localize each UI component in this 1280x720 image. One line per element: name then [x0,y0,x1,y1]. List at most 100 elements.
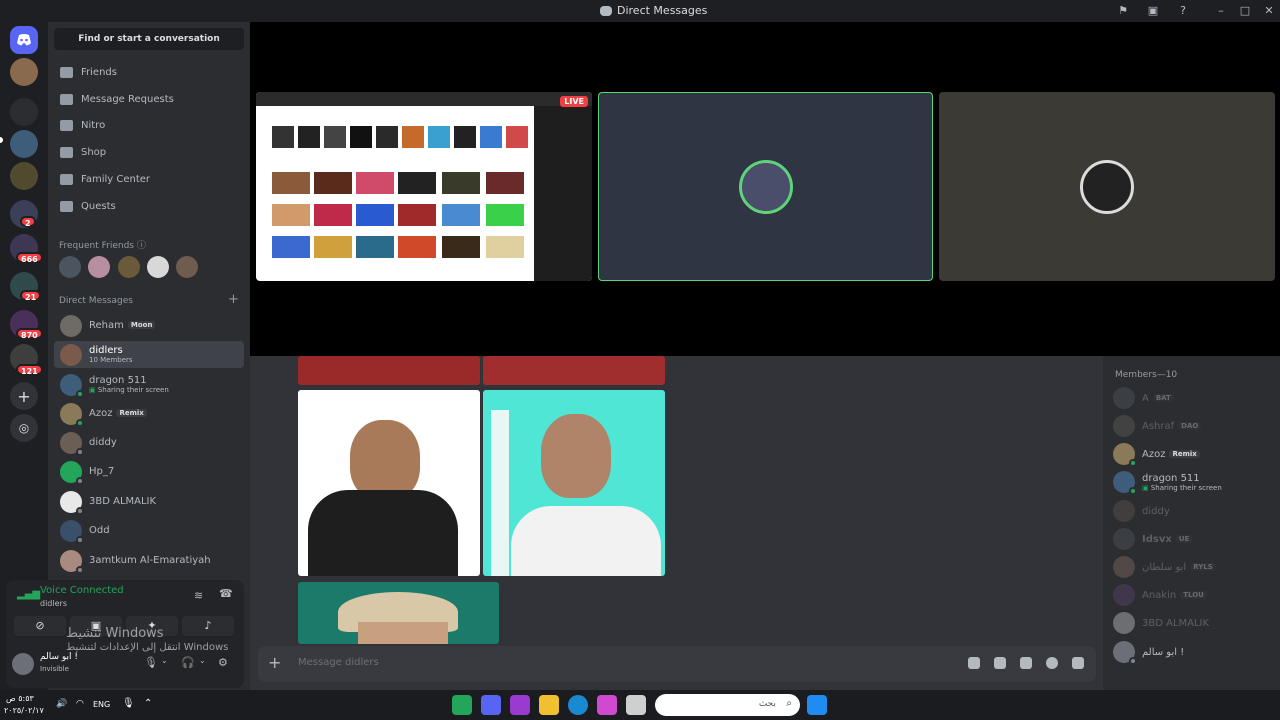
find-conversation-button[interactable]: Find or start a conversation [54,28,244,50]
add-server-icon[interactable]: + [10,382,38,410]
wifi-icon[interactable]: ◠ [76,699,84,709]
chevron-up-icon[interactable]: ⌃ [144,698,152,709]
clan-tag: UE [1175,534,1193,543]
dm-item[interactable]: Azoz Remix [54,400,244,427]
noise-suppression-icon[interactable]: ≋ [194,589,203,602]
taskbar-search[interactable]: بحث ⌕ [655,694,800,716]
voice-channel[interactable]: didlers [40,599,67,608]
discord-taskbar-icon[interactable] [481,695,501,715]
frequent-friend-avatar[interactable] [118,256,140,278]
nav-shop[interactable]: Shop [54,140,244,164]
discord-icon [600,5,612,16]
user-avatar[interactable] [12,653,34,675]
edge-browser-icon[interactable] [568,695,588,715]
language-indicator[interactable]: ENG [93,700,110,709]
dm-item-selected[interactable]: didlers 10 Members [54,341,244,368]
soundboard-button[interactable]: ♪ [182,616,234,636]
clock-date[interactable]: ٢٠٢٥/٠٢/١٧ [4,706,44,715]
member-item[interactable]: 3BD ALMALIK [1113,610,1273,636]
member-item[interactable]: ابو سالم ! [1113,639,1273,665]
member-item[interactable]: dragon 511 ▣ Sharing their screen [1113,469,1273,495]
message-input[interactable]: Message didlers [298,657,379,668]
dm-item[interactable]: Reham Moon [54,312,244,339]
mention-badge: 21 [20,290,42,302]
headphones-icon[interactable]: 🎧 [181,656,195,669]
direct-messages-home-icon[interactable] [10,26,38,54]
close-button[interactable]: ✕ [1262,4,1276,18]
participant-tile[interactable] [939,92,1275,281]
thumbnail [486,236,524,258]
help-icon[interactable]: ? [1176,4,1190,18]
settings-gear-icon[interactable]: ⚙ [218,656,228,669]
nav-family-center[interactable]: Family Center [54,167,244,191]
server-icon[interactable] [10,162,38,190]
gif-image[interactable] [298,390,480,576]
apps-icon[interactable] [1072,657,1084,669]
task-view-icon[interactable] [626,695,646,715]
nav-friends[interactable]: Friends [54,60,244,84]
dm-item[interactable]: dragon 511 ▣ Sharing their screen [54,371,244,398]
dm-item[interactable]: Hp_7 [54,458,244,485]
windows-start-icon[interactable] [807,695,827,715]
screen-share-icon[interactable]: ▣ [1146,4,1160,18]
member-item[interactable]: A BAT [1113,385,1273,411]
nav-nitro[interactable]: Nitro [54,113,244,137]
inbox-icon[interactable]: ⚑ [1116,4,1130,18]
thumbnail [356,172,394,194]
gif-image[interactable] [298,356,480,385]
microphone-icon[interactable]: 🎙 [144,656,158,669]
copilot-icon[interactable] [597,695,617,715]
create-dm-icon[interactable]: + [228,292,239,307]
frequent-friend-avatar[interactable] [88,256,110,278]
chevron-down-icon[interactable]: ⌄ [199,656,206,665]
member-item[interactable]: Azoz Remix [1113,441,1273,467]
offline-status [76,565,84,574]
server-icon[interactable] [10,130,38,158]
member-item[interactable]: Ashraf DAO [1113,413,1273,439]
gif-image[interactable] [483,390,665,576]
search-icon: ⌕ [786,698,792,709]
add-attachment-icon[interactable]: + [268,653,281,672]
dm-item[interactable]: Odd [54,517,244,544]
app-icon[interactable] [452,695,472,715]
app-icon[interactable] [510,695,530,715]
folder-icon[interactable] [10,98,38,126]
voice-status[interactable]: Voice Connected [40,585,124,596]
disconnect-icon[interactable]: ☎ [219,587,233,600]
frequent-friend-avatar[interactable] [59,256,81,278]
gif-icon[interactable] [994,657,1006,669]
dm-item[interactable]: diddy [54,429,244,456]
dm-item[interactable]: 3amtkum Al-Emaratiyah [54,547,244,574]
mail-icon [60,93,73,105]
maximize-button[interactable]: □ [1238,4,1252,18]
chevron-down-icon[interactable]: ⌄ [161,656,168,665]
gif-image[interactable] [298,582,499,644]
participant-tile[interactable] [598,92,933,281]
thumbnail [298,126,320,148]
camera-toggle-button[interactable]: ⊘ [14,616,66,636]
file-explorer-icon[interactable] [539,695,559,715]
frequent-friend-avatar[interactable] [147,256,169,278]
volume-icon[interactable]: 🔊 [56,699,67,709]
info-icon[interactable]: ⓘ [137,241,146,251]
member-item[interactable]: Idsvx UE [1113,526,1273,552]
dm-item[interactable]: 3BD ALMALIK [54,488,244,515]
gif-image[interactable] [483,356,665,385]
minimize-button[interactable]: – [1214,4,1228,18]
emoji-icon[interactable] [1046,657,1058,669]
nav-quests[interactable]: Quests [54,194,244,218]
discover-icon[interactable]: ◎ [10,414,38,442]
nav-message-requests[interactable]: Message Requests [54,87,244,111]
message-composer[interactable]: + Message didlers [258,646,1096,682]
microphone-icon[interactable]: 🎙 [122,698,135,709]
member-item[interactable]: ابو سلطان RYLS [1113,554,1273,580]
server-avatar[interactable] [10,58,38,86]
gift-icon[interactable] [968,657,980,669]
connection-signal-icon[interactable]: ▂▄▆ [17,589,40,600]
clock-time[interactable]: ٥:٥٣ ص [6,694,34,703]
frequent-friend-avatar[interactable] [176,256,198,278]
sticker-icon[interactable] [1020,657,1032,669]
screen-share-tile[interactable]: LIVE [256,92,592,281]
member-item[interactable]: diddy [1113,498,1273,524]
member-item[interactable]: Anakin TLOU [1113,582,1273,608]
